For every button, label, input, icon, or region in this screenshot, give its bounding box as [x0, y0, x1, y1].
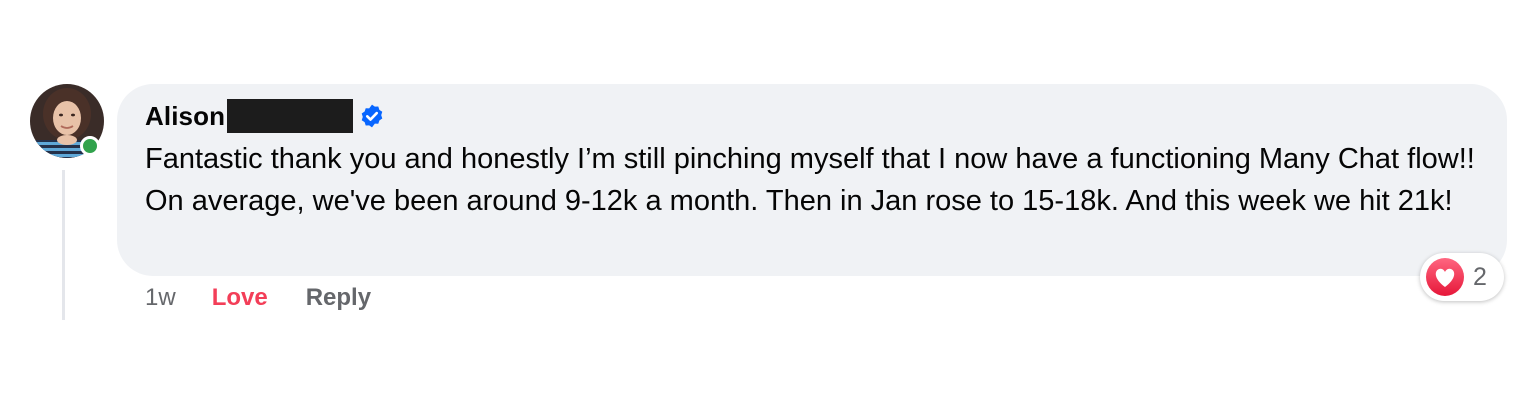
love-reaction-button[interactable]: Love	[212, 284, 268, 312]
heart-icon	[1426, 258, 1464, 296]
comment-timestamp[interactable]: 1w	[145, 284, 176, 312]
redacted-surname	[227, 99, 354, 133]
verified-badge-icon	[359, 103, 385, 129]
thread-connector-line	[62, 170, 65, 320]
reaction-summary[interactable]: 2	[1420, 253, 1504, 301]
comment-actions: 1w Love Reply	[145, 280, 371, 316]
comment-body: Fantastic thank you and honestly I’m sti…	[145, 143, 1475, 217]
author-name-link[interactable]: Alison	[145, 101, 225, 132]
reply-button[interactable]: Reply	[306, 284, 371, 312]
online-status-indicator	[80, 136, 100, 156]
reaction-count: 2	[1473, 262, 1487, 291]
comment-author: Alison	[145, 97, 385, 135]
comment-thread: Alison Fantastic thank you and honestly …	[0, 0, 1528, 400]
